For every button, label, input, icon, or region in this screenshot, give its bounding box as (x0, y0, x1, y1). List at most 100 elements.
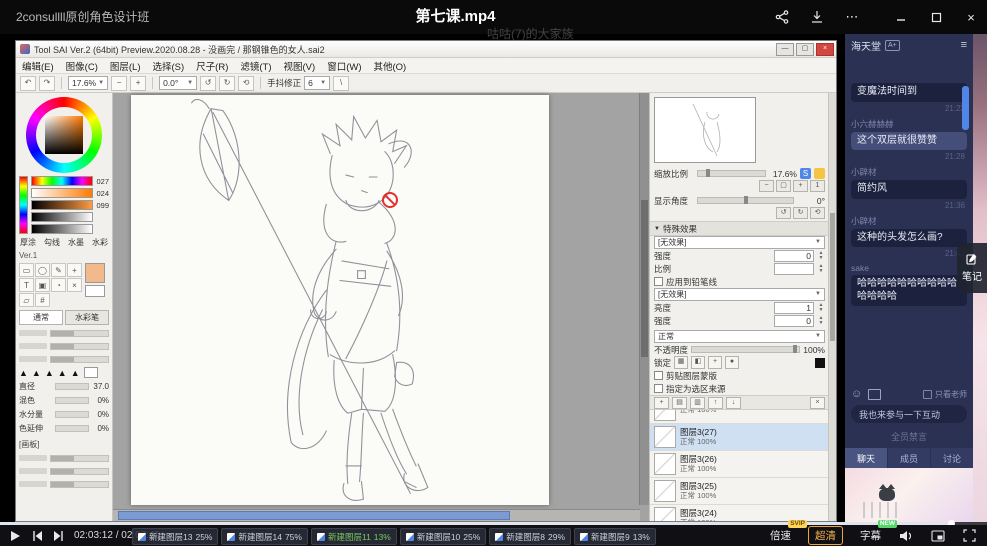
lock-layer-icon[interactable]: ◧ (691, 356, 705, 369)
pen-tool-icon[interactable]: + (67, 263, 82, 277)
tab-discussion[interactable]: 讨论 (931, 448, 973, 468)
preset-lineart[interactable]: 勾线 (44, 237, 60, 248)
layer-chip[interactable]: 新建图层1113% (311, 528, 397, 545)
brush-mode-watercolor[interactable]: 水彩笔 (65, 310, 109, 325)
only-teacher-checkbox[interactable] (923, 390, 932, 399)
image-upload-icon[interactable] (868, 389, 881, 400)
layer-row[interactable]: 图层3(27) 正常 100% (650, 424, 829, 451)
layer-chip[interactable]: 新建图层1025% (400, 528, 486, 545)
secondary-color-swatch[interactable] (85, 285, 105, 297)
tab-chat[interactable]: 聊天 (845, 448, 887, 468)
menu-select[interactable]: 选择(S) (147, 59, 191, 73)
nav-rotate-reset-button[interactable]: ⟲ (810, 207, 825, 219)
selection-source-checkbox[interactable] (654, 384, 663, 393)
layer-chip[interactable]: 新建图层829% (489, 528, 571, 545)
rotate-ccw-icon[interactable]: ↺ (200, 76, 216, 91)
layer-row[interactable]: 图层3(24) 正常 100% (650, 505, 829, 521)
next-button[interactable] (52, 529, 65, 542)
nav-angle-slider[interactable] (697, 197, 794, 204)
eraser-tool-icon[interactable]: × (67, 278, 82, 292)
persistence-slider[interactable] (55, 425, 89, 432)
side-scroll-tab[interactable] (962, 86, 969, 130)
stepper-icon[interactable]: ▲▼ (817, 264, 825, 274)
preset-ink[interactable]: 水墨 (68, 237, 84, 248)
blur-tool-icon[interactable]: ◔ (51, 278, 66, 292)
preset-thick-paint[interactable]: 厚涂 (20, 237, 36, 248)
opacity-slider[interactable] (691, 346, 800, 353)
stepper-icon[interactable]: ▲▼ (817, 251, 825, 261)
layer-row[interactable]: 图层3(25) 正常 100% (650, 478, 829, 505)
gray-slider-1[interactable] (31, 212, 93, 222)
lock-all-icon[interactable]: ● (725, 356, 739, 369)
subtitle-button[interactable]: 字幕 NEW (860, 528, 881, 543)
close-icon[interactable]: × (963, 9, 979, 25)
stepper-icon[interactable]: ▲▼ (817, 316, 825, 326)
menu-window[interactable]: 窗口(W) (321, 59, 367, 73)
canvas-vscrollbar[interactable] (639, 93, 649, 505)
blend-slider[interactable] (55, 397, 89, 404)
chat-message-list[interactable]: 变魔法时间到 21:23 小六赫赫赫 这个双层就很赞赞 21:28 小辟材 简约… (845, 56, 973, 385)
zoom-in-icon[interactable]: + (130, 76, 146, 91)
fullscreen-icon[interactable] (962, 528, 977, 543)
layer-chip[interactable]: 新建图层1325% (132, 528, 218, 545)
previous-button[interactable] (30, 529, 43, 542)
layer-panel-scrollbar[interactable] (828, 93, 836, 521)
delete-layer-icon[interactable]: × (810, 397, 825, 409)
snap-icon[interactable]: S (800, 168, 811, 179)
param-slider[interactable] (50, 481, 109, 488)
canvas-area[interactable] (113, 93, 649, 521)
menu-ruler[interactable]: 尺子(R) (190, 59, 234, 73)
layer-row[interactable]: 图层3(26) 正常 100% (650, 451, 829, 478)
redo-icon[interactable]: ↷ (39, 76, 55, 91)
play-button[interactable] (8, 529, 21, 542)
new-folder-icon[interactable]: ▤ (672, 397, 687, 409)
lock-move-icon[interactable]: + (708, 356, 722, 369)
current-color-swatch[interactable] (85, 263, 105, 283)
hue-strip[interactable] (19, 176, 28, 234)
quality-button[interactable]: 超清 (808, 526, 843, 545)
new-layer-icon[interactable]: + (654, 397, 669, 409)
texture-scale-input[interactable] (774, 263, 814, 275)
download-icon[interactable] (809, 9, 825, 25)
pencil-tool-icon[interactable]: ✎ (51, 263, 66, 277)
paper-texture-select[interactable]: [无效果]▼ (654, 236, 825, 249)
tab-members[interactable]: 成员 (888, 448, 930, 468)
param-slider[interactable] (50, 468, 109, 475)
menu-other[interactable]: 其他(O) (367, 59, 412, 73)
special-effect-select[interactable]: [无效果]▼ (654, 288, 825, 301)
menu-image[interactable]: 图像(C) (60, 59, 104, 73)
clipping-mask-checkbox[interactable] (654, 371, 663, 380)
move-layer-up-icon[interactable]: ↑ (708, 397, 723, 409)
minimize-icon[interactable] (893, 9, 909, 25)
value-slider[interactable] (31, 200, 93, 210)
rotate-cw-icon[interactable]: ↻ (219, 76, 235, 91)
maximize-icon[interactable] (928, 9, 944, 25)
move-layer-down-icon[interactable]: ↓ (726, 397, 741, 409)
share-icon[interactable] (774, 9, 790, 25)
reset-view-icon[interactable]: ⟲ (238, 76, 254, 91)
hue-slider[interactable] (31, 176, 93, 186)
duplicate-layer-icon[interactable]: ▥ (690, 397, 705, 409)
nav-zoom-slider[interactable] (697, 170, 766, 177)
mini-player-icon[interactable] (930, 528, 945, 543)
sai-close-icon[interactable]: × (816, 43, 834, 56)
speed-button[interactable]: 倍速 SVIP (770, 528, 791, 543)
preset-watercolor[interactable]: 水彩 (92, 237, 108, 248)
nav-zoom-out-button[interactable]: − (759, 180, 774, 192)
undo-icon[interactable]: ↶ (20, 76, 36, 91)
text-tool-icon[interactable]: T (19, 278, 34, 292)
zoom-out-icon[interactable]: − (111, 76, 127, 91)
navigator-thumbnail[interactable] (654, 97, 756, 163)
palette-icon[interactable] (814, 168, 825, 179)
canvas-page[interactable] (131, 95, 549, 505)
zoom-field[interactable]: 17.6%▼ (68, 76, 108, 90)
diameter-slider[interactable] (55, 383, 89, 390)
effects-section-header[interactable]: ▼ 特殊效果 (650, 221, 829, 236)
color-wheel[interactable] (26, 97, 102, 173)
pen-tool-icon[interactable]: \ (333, 76, 349, 91)
nav-zoom-in-button[interactable]: + (793, 180, 808, 192)
layer-color-swatch[interactable] (815, 358, 825, 368)
texture-strength-input[interactable]: 0 (774, 250, 814, 262)
param-slider[interactable] (50, 455, 109, 462)
lock-opacity-icon[interactable]: ▦ (674, 356, 688, 369)
